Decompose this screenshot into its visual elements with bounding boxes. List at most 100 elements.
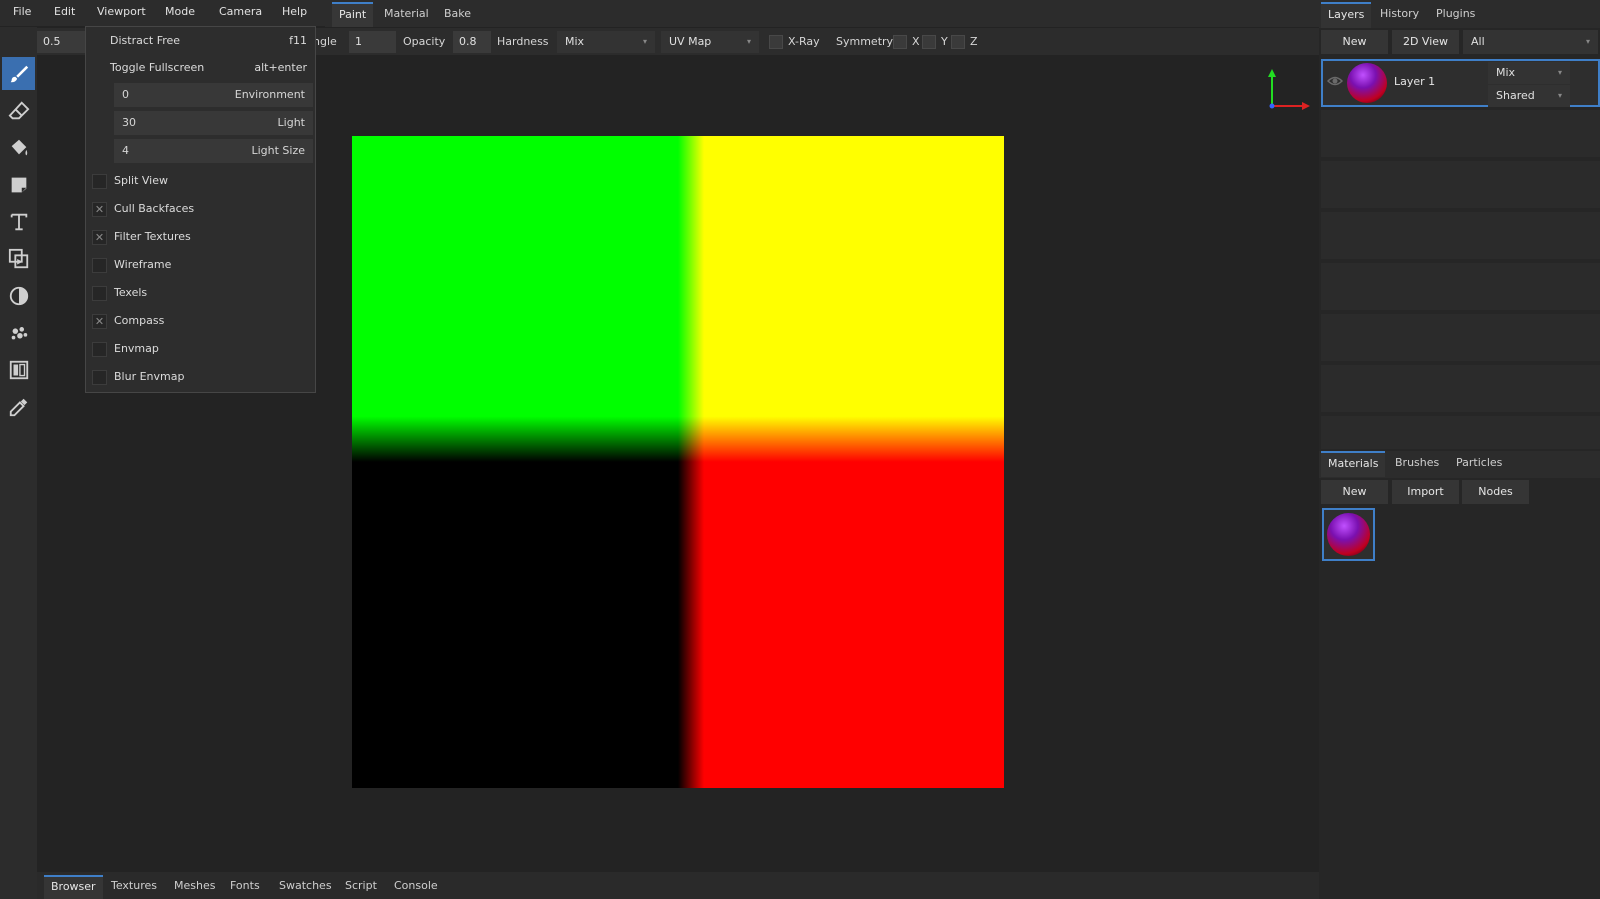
opacity-field[interactable]: 1 bbox=[349, 31, 396, 53]
tab-history[interactable]: History bbox=[1373, 2, 1426, 28]
tab-bake[interactable]: Bake bbox=[437, 2, 478, 27]
opacity-label: Opacity bbox=[403, 35, 446, 48]
menu-option-blur-envmap[interactable]: Blur Envmap bbox=[86, 363, 315, 391]
picker-icon bbox=[9, 398, 27, 416]
menu-option-split-view[interactable]: Split View bbox=[86, 167, 315, 195]
menu-help[interactable]: Help bbox=[282, 0, 307, 26]
menu-option-compass[interactable]: ✕ Compass bbox=[86, 307, 315, 335]
blur-icon bbox=[9, 286, 28, 305]
menu-option-cull-backfaces[interactable]: ✕ Cull Backfaces bbox=[86, 195, 315, 223]
clone-tool[interactable] bbox=[2, 242, 35, 275]
new-material-button[interactable]: New bbox=[1321, 480, 1388, 504]
empty-layer-slot bbox=[1321, 212, 1600, 259]
layer-row[interactable]: Layer 1 Mix ▾ Shared ▾ bbox=[1321, 59, 1600, 107]
tab-browser[interactable]: Browser bbox=[44, 875, 103, 899]
layer-blend-value: Mix bbox=[1496, 66, 1516, 79]
bake-icon bbox=[9, 360, 28, 379]
tab-particles[interactable]: Particles bbox=[1449, 451, 1509, 477]
tab-paint[interactable]: Paint bbox=[332, 2, 374, 27]
fill-icon bbox=[11, 139, 27, 155]
option-checkbox[interactable]: ✕ bbox=[92, 314, 107, 329]
option-label: Texels bbox=[114, 286, 148, 299]
option-checkbox[interactable]: ✕ bbox=[92, 202, 107, 217]
tab-swatches[interactable]: Swatches bbox=[272, 875, 339, 899]
tab-brushes[interactable]: Brushes bbox=[1388, 451, 1446, 477]
2d-view-button[interactable]: 2D View bbox=[1392, 30, 1459, 54]
symmetry-y-label: Y bbox=[941, 35, 948, 48]
option-checkbox[interactable] bbox=[92, 286, 107, 301]
symmetry-z-checkbox[interactable] bbox=[951, 35, 965, 49]
menu-option-texels[interactable]: Texels bbox=[86, 279, 315, 307]
menu-camera[interactable]: Camera bbox=[219, 0, 262, 26]
layer-filter-select[interactable]: All ▾ bbox=[1463, 30, 1598, 54]
eraser-tool[interactable] bbox=[2, 94, 35, 127]
material-slot[interactable] bbox=[1322, 508, 1375, 561]
picker-tool[interactable] bbox=[2, 390, 35, 423]
menu-viewport[interactable]: Viewport bbox=[97, 0, 146, 26]
option-label: Split View bbox=[114, 174, 168, 187]
tab-materials[interactable]: Materials bbox=[1321, 451, 1386, 477]
menu-item-toggle-fullscreen[interactable]: Toggle Fullscreen alt+enter bbox=[86, 54, 315, 82]
menu-option-envmap[interactable]: Envmap bbox=[86, 335, 315, 363]
material-thumbnail bbox=[1327, 513, 1370, 556]
tab-textures[interactable]: Textures bbox=[104, 875, 164, 899]
toggle-fullscreen-label: Toggle Fullscreen bbox=[110, 61, 205, 74]
fill-tool[interactable] bbox=[2, 131, 35, 164]
menu-option-filter-textures[interactable]: ✕ Filter Textures bbox=[86, 223, 315, 251]
environment-slider[interactable]: 0 Environment bbox=[114, 83, 313, 107]
radius-field[interactable]: 0.5 bbox=[37, 31, 87, 53]
option-checkbox[interactable] bbox=[92, 258, 107, 273]
brush-icon bbox=[10, 65, 28, 82]
option-checkbox[interactable] bbox=[92, 370, 107, 385]
bake-tool[interactable] bbox=[2, 353, 35, 386]
menu-mode[interactable]: Mode bbox=[165, 0, 195, 26]
light-slider[interactable]: 30 Light bbox=[114, 111, 313, 135]
empty-layer-slot bbox=[1321, 161, 1600, 208]
light-size-slider[interactable]: 4 Light Size bbox=[114, 139, 313, 163]
option-label: Filter Textures bbox=[114, 230, 191, 243]
xray-checkbox[interactable] bbox=[769, 35, 783, 49]
eye-icon[interactable] bbox=[1326, 73, 1344, 89]
tab-plugins[interactable]: Plugins bbox=[1429, 2, 1482, 28]
option-checkbox[interactable] bbox=[92, 174, 107, 189]
texture-canvas[interactable] bbox=[352, 136, 1004, 788]
hardness-field[interactable]: 0.8 bbox=[453, 31, 491, 53]
layer-blend-select[interactable]: Mix ▾ bbox=[1488, 62, 1570, 84]
viewport-menu: Distract Free f11 Toggle Fullscreen alt+… bbox=[85, 26, 316, 393]
tab-script[interactable]: Script bbox=[338, 875, 384, 899]
text-tool[interactable] bbox=[2, 205, 35, 238]
option-checkbox[interactable]: ✕ bbox=[92, 230, 107, 245]
decal-tool[interactable] bbox=[2, 168, 35, 201]
nodes-button[interactable]: Nodes bbox=[1462, 480, 1529, 504]
symmetry-label: Symmetry bbox=[836, 35, 894, 48]
chevron-down-icon: ▾ bbox=[1585, 37, 1590, 46]
tab-fonts[interactable]: Fonts bbox=[223, 875, 267, 899]
option-label: Cull Backfaces bbox=[114, 202, 195, 215]
empty-layer-slot bbox=[1321, 263, 1600, 310]
blur-tool[interactable] bbox=[2, 279, 35, 312]
environment-value: 0 bbox=[122, 88, 129, 101]
layer-thumbnail bbox=[1347, 63, 1387, 103]
light-size-value: 4 bbox=[122, 144, 129, 157]
particle-tool[interactable] bbox=[2, 316, 35, 349]
uv-mode-select[interactable]: UV Map ▾ bbox=[661, 31, 759, 53]
tab-console[interactable]: Console bbox=[387, 875, 445, 899]
tab-material[interactable]: Material bbox=[377, 2, 436, 27]
menu-edit[interactable]: Edit bbox=[54, 0, 75, 26]
new-layer-button[interactable]: New bbox=[1321, 30, 1388, 54]
menu-file[interactable]: File bbox=[13, 0, 31, 26]
tool-strip bbox=[0, 27, 37, 899]
menu-option-wireframe[interactable]: Wireframe bbox=[86, 251, 315, 279]
import-material-button[interactable]: Import bbox=[1392, 480, 1459, 504]
distract-free-shortcut: f11 bbox=[289, 34, 307, 47]
option-checkbox[interactable] bbox=[92, 342, 107, 357]
layer-mode-value: Shared bbox=[1496, 89, 1535, 102]
tab-meshes[interactable]: Meshes bbox=[167, 875, 222, 899]
brush-tool[interactable] bbox=[2, 57, 35, 90]
menu-item-distract-free[interactable]: Distract Free f11 bbox=[86, 27, 315, 55]
symmetry-y-checkbox[interactable] bbox=[922, 35, 936, 49]
tab-layers[interactable]: Layers bbox=[1321, 2, 1372, 28]
blend-mode-select[interactable]: Mix ▾ bbox=[557, 31, 655, 53]
layer-mode-select[interactable]: Shared ▾ bbox=[1488, 85, 1570, 107]
symmetry-x-checkbox[interactable] bbox=[893, 35, 907, 49]
